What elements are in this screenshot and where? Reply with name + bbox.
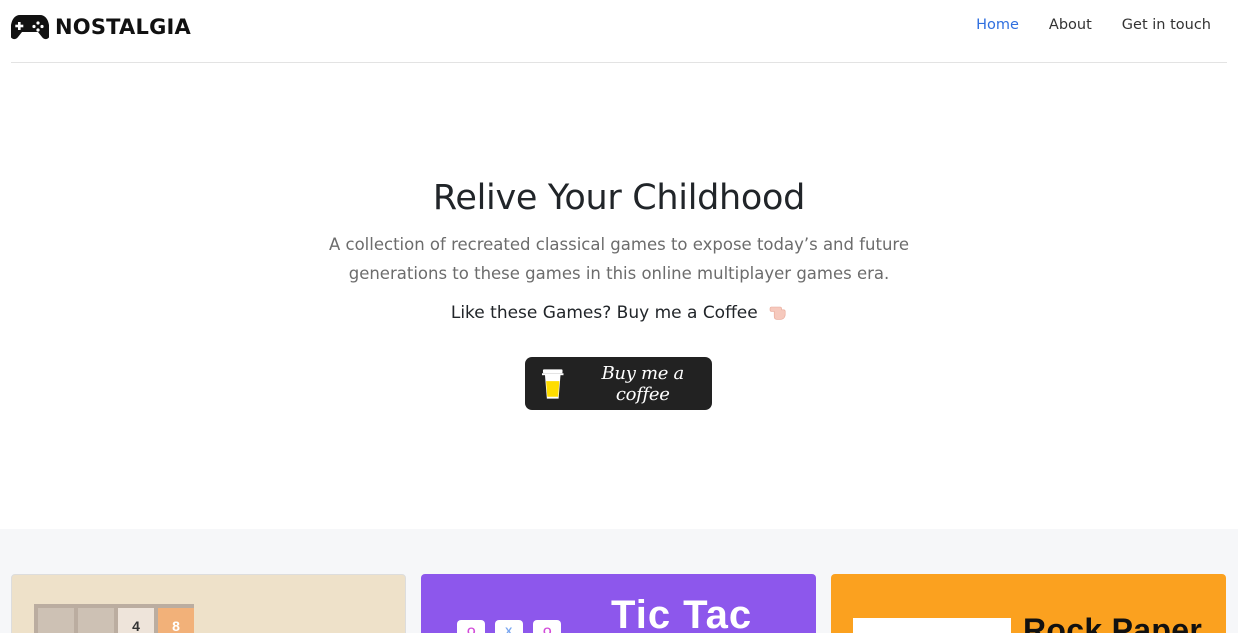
tile: 4: [118, 608, 154, 633]
game-card-rock-paper[interactable]: Rock Paper: [831, 574, 1226, 633]
hero-title: Relive Your Childhood: [432, 178, 806, 218]
ttt-mark: O: [543, 626, 552, 633]
buy-me-a-coffee-button[interactable]: Buy me a coffee: [525, 357, 712, 410]
hero-description: A collection of recreated classical game…: [328, 235, 909, 283]
game-card-tic-tac[interactable]: O X O Tic Tac: [421, 574, 816, 633]
games-section: 4 8 O X O Tic Tac Rock Paper: [0, 529, 1238, 633]
main-nav: Home About Get in touch: [946, 17, 1211, 33]
nav-home-link[interactable]: Home: [976, 17, 1019, 33]
hero-section: Relive Your Childhood A collection of re…: [0, 63, 1238, 529]
ttt-mark: O: [467, 626, 476, 633]
hero-cta-text: Like these Games? Buy me a Coffee: [0, 303, 1238, 323]
brand-name: NOSTALGIA: [55, 15, 191, 39]
coffee-cup-icon: [541, 368, 564, 399]
navbar: NOSTALGIA Home About Get in touch: [11, 0, 1227, 63]
rps-preview: [853, 618, 1011, 633]
ttt-mark: X: [505, 626, 513, 633]
ttt-card-title: Tic Tac: [611, 593, 753, 633]
rps-card-title: Rock Paper: [1023, 612, 1203, 633]
brand-logo[interactable]: NOSTALGIA: [11, 12, 191, 42]
tile: [38, 608, 74, 633]
game-card-2048[interactable]: 4 8: [11, 574, 406, 633]
coffee-button-label: Buy me a coffee: [601, 362, 684, 405]
nav-contact-link[interactable]: Get in touch: [1122, 17, 1211, 33]
gamepad-icon: [11, 15, 49, 40]
tile: 8: [158, 608, 194, 633]
pointing-hand-icon: [769, 306, 786, 320]
nav-about-link[interactable]: About: [1049, 17, 1092, 33]
tile: [78, 608, 114, 633]
cta-label: Like these Games? Buy me a Coffee: [450, 303, 758, 323]
